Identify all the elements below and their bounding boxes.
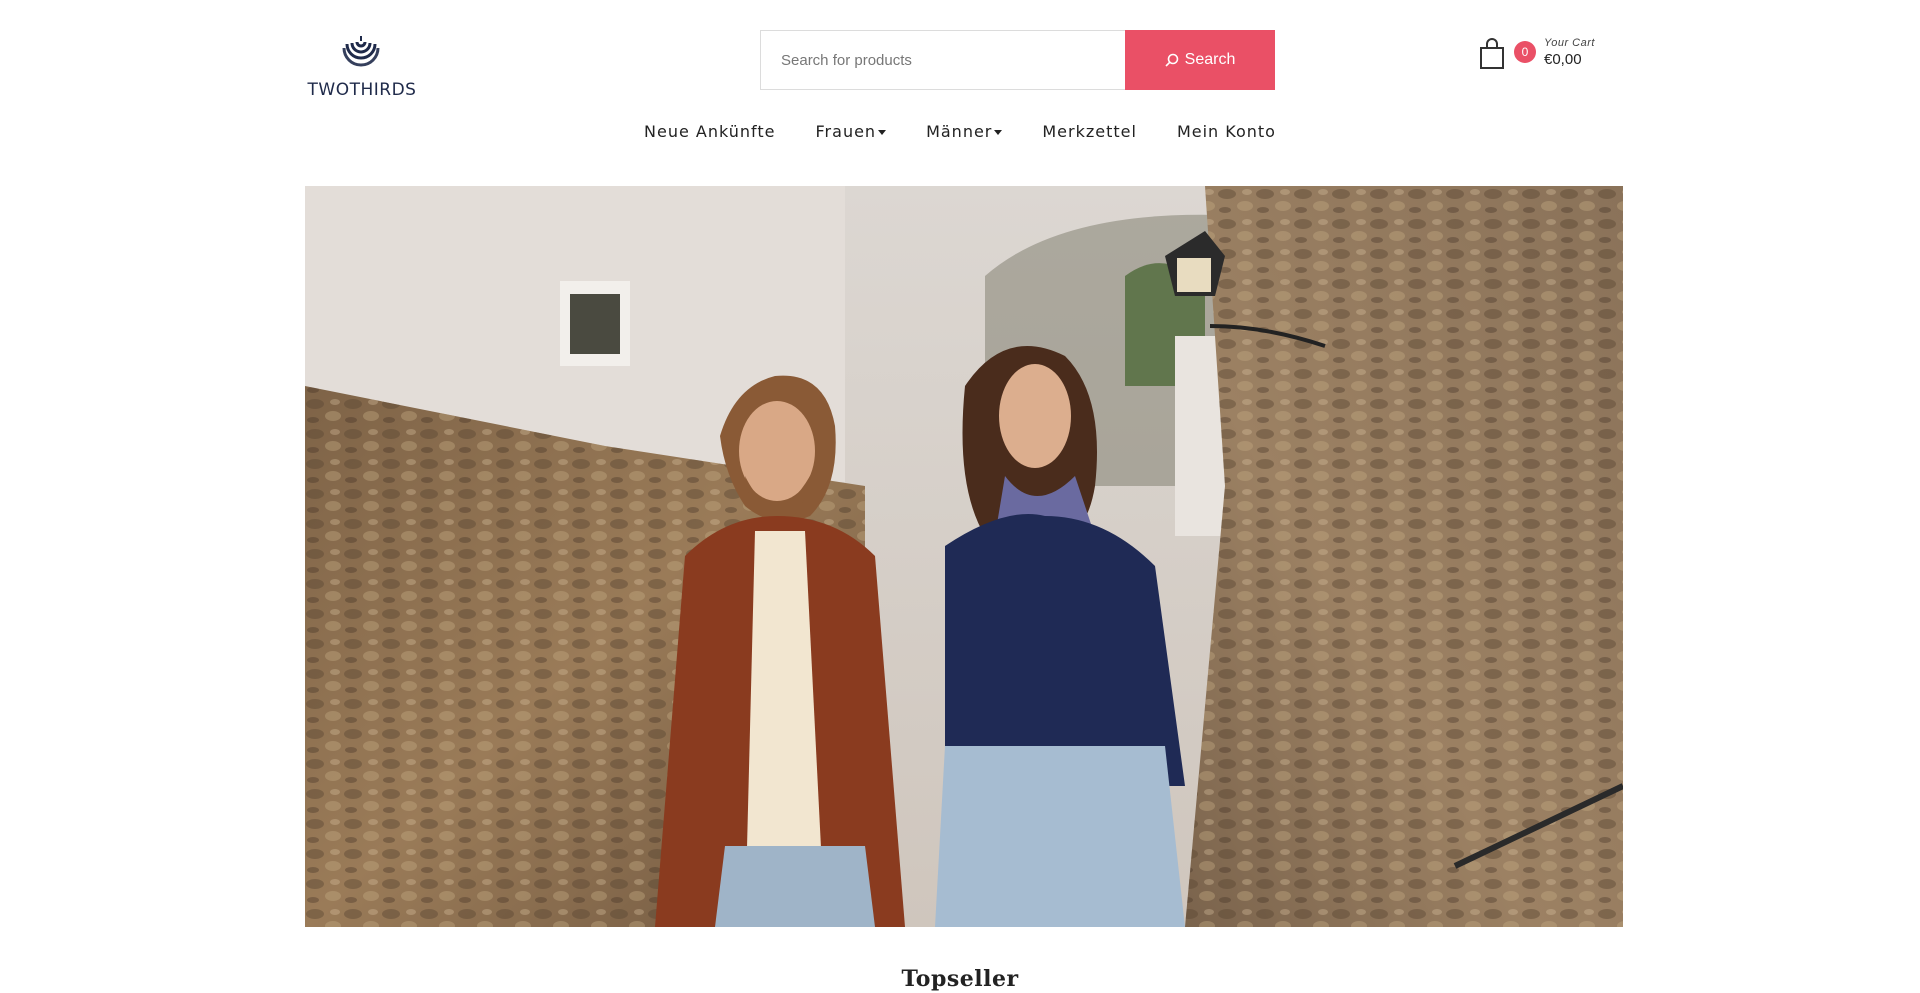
nav-item-label: Merkzettel bbox=[1042, 122, 1137, 141]
couple-walking-stone-alley-photo bbox=[305, 186, 1623, 927]
caret-down-icon bbox=[994, 130, 1003, 135]
search-input[interactable] bbox=[760, 30, 1125, 90]
search-icon bbox=[1165, 53, 1178, 67]
nav-item-maenner[interactable]: Männer bbox=[926, 122, 1003, 141]
nav-item-neue-ankuenfte[interactable]: Neue Ankünfte bbox=[644, 122, 776, 141]
cart-count-badge: 0 bbox=[1514, 41, 1536, 63]
twothirds-logo[interactable]: TWOTHIRDS bbox=[300, 36, 424, 102]
nav-item-merkzettel[interactable]: Merkzettel bbox=[1042, 122, 1137, 141]
nav-item-label: Männer bbox=[926, 122, 993, 141]
search-button-label: Search bbox=[1184, 51, 1236, 68]
shopping-bag-icon bbox=[1480, 38, 1504, 69]
caret-down-icon bbox=[878, 130, 887, 135]
hero-banner-image[interactable] bbox=[305, 186, 1623, 927]
site-header: TWOTHIRDS Search 0 Your Cart €0,00 Neue … bbox=[0, 0, 1920, 180]
topseller-section-title: Topseller bbox=[901, 966, 1019, 992]
nav-item-frauen[interactable]: Frauen bbox=[816, 122, 887, 141]
cart-label: Your Cart bbox=[1544, 37, 1595, 49]
nav-item-mein-konto[interactable]: Mein Konto bbox=[1177, 122, 1276, 141]
cart-total: €0,00 bbox=[1544, 51, 1582, 68]
main-navigation: Neue Ankünfte Frauen Männer Merkzettel M… bbox=[0, 122, 1920, 141]
logo-wordmark: TWOTHIRDS bbox=[307, 80, 417, 100]
nav-item-label: Mein Konto bbox=[1176, 122, 1276, 141]
search-form: Search bbox=[760, 30, 1275, 90]
search-button[interactable]: Search bbox=[1125, 30, 1275, 90]
twothirds-spiral-logo-icon bbox=[342, 36, 380, 67]
nav-item-label: Neue Ankünfte bbox=[644, 122, 776, 141]
nav-item-label: Frauen bbox=[815, 122, 877, 141]
cart-widget[interactable]: 0 Your Cart €0,00 bbox=[1478, 36, 1608, 76]
